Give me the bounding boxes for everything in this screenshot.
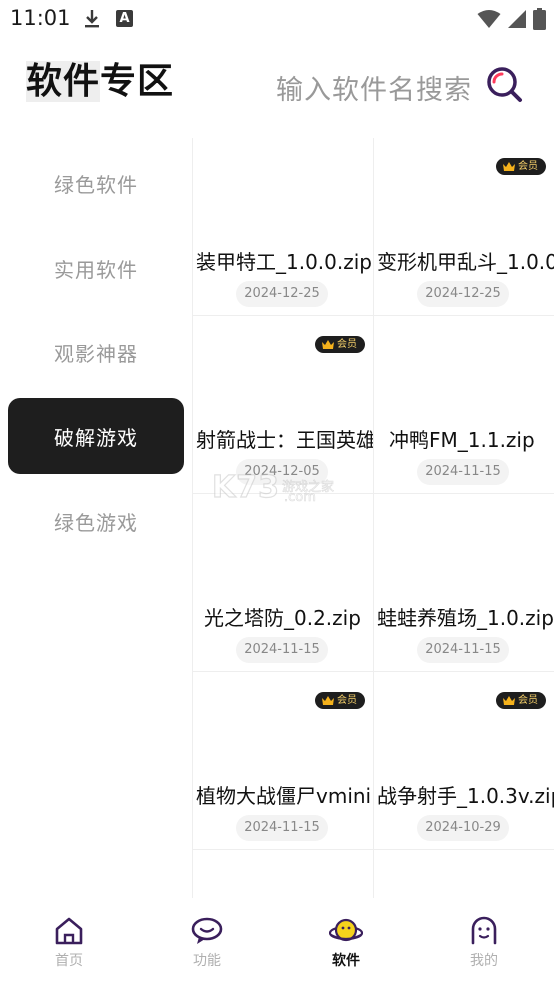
card-date: 2024-10-29	[417, 815, 509, 841]
crown-icon	[322, 339, 334, 349]
nav-profile-label: 我的	[470, 953, 498, 969]
nav-home[interactable]: 首页	[29, 916, 109, 976]
status-bar: 11:01 A	[0, 0, 554, 38]
member-badge-label: 会员	[337, 695, 357, 706]
member-badge-label: 会员	[337, 339, 357, 350]
card-name: 战争射手_1.0.3v.zip	[377, 784, 554, 808]
bottom-nav: 首页 功能 软件 我的	[0, 898, 554, 984]
page-title-highlight: 软件	[26, 61, 101, 102]
notification-a-icon: A	[116, 10, 133, 27]
sidebar-item-video-tools[interactable]: 观影神器	[8, 314, 184, 390]
crown-icon	[322, 695, 334, 705]
member-badge-label: 会员	[518, 695, 538, 706]
search-bar[interactable]: 输入软件名搜索	[272, 62, 542, 110]
nav-software[interactable]: 软件	[306, 916, 386, 976]
software-card[interactable]: 会员 战争射手_1.0.3v.zip 2024-10-29	[374, 672, 554, 850]
software-card[interactable]: 装甲特工_1.0.0.zip 2024-12-25	[193, 138, 374, 316]
software-card[interactable]: 光之塔防_0.2.zip 2024-11-15	[193, 494, 374, 672]
card-date: 2024-12-25	[417, 281, 509, 307]
card-name: 装甲特工_1.0.0.zip	[196, 250, 372, 274]
crown-icon	[503, 695, 515, 705]
chat-bubble-icon	[191, 917, 223, 944]
nav-profile[interactable]: 我的	[444, 916, 524, 976]
category-sidebar: 绿色软件 实用软件 观影神器 破解游戏 绿色游戏	[0, 138, 192, 898]
software-card-partial[interactable]	[374, 850, 554, 898]
nav-software-label: 软件	[332, 953, 360, 969]
software-card[interactable]: 冲鸭FM_1.1.zip 2024-11-15	[374, 316, 554, 494]
card-name: 光之塔防_0.2.zip	[204, 606, 361, 630]
card-date: 2024-11-15	[236, 637, 328, 663]
page-title: 软件专区	[26, 52, 174, 104]
wifi-icon	[477, 10, 501, 28]
sidebar-item-utility-software[interactable]: 实用软件	[8, 230, 184, 306]
card-name: 蛙蛙养殖场_1.0.zip	[377, 606, 554, 630]
crown-icon	[503, 161, 515, 171]
member-badge: 会员	[496, 158, 546, 175]
software-card-partial[interactable]	[193, 850, 374, 898]
nav-home-label: 首页	[55, 953, 83, 969]
card-date: 2024-11-15	[417, 459, 509, 485]
card-name: 射箭战士：王国英雄	[196, 428, 374, 452]
member-badge: 会员	[496, 692, 546, 709]
card-date: 2024-11-15	[236, 815, 328, 841]
battery-icon	[533, 8, 546, 30]
watermark-site-com: .com	[284, 490, 317, 506]
card-name: 冲鸭FM_1.1.zip	[389, 428, 535, 452]
search-icon[interactable]	[484, 64, 524, 104]
software-card[interactable]: 会员 植物大战僵尸vmini 2024-11-15	[193, 672, 374, 850]
card-name: 变形机甲乱斗_1.0.0	[377, 250, 554, 274]
home-icon	[55, 917, 83, 945]
sidebar-item-green-games[interactable]: 绿色游戏	[8, 483, 184, 559]
card-date: 2024-11-15	[417, 637, 509, 663]
page-title-rest: 专区	[100, 61, 175, 102]
sidebar-item-green-software[interactable]: 绿色软件	[8, 145, 184, 221]
status-right	[477, 7, 546, 31]
member-badge: 会员	[315, 336, 365, 353]
k73-watermark: K73 游戏之家 .com	[211, 469, 342, 510]
member-badge-label: 会员	[518, 161, 538, 172]
software-grid: 装甲特工_1.0.0.zip 2024-12-25 会员 变形机甲乱斗_1.0.…	[192, 138, 554, 898]
watermark-logo: K73	[211, 469, 280, 505]
software-card[interactable]: 蛙蛙养殖场_1.0.zip 2024-11-15	[374, 494, 554, 672]
software-card[interactable]: 会员 射箭战士：王国英雄 2024-12-05	[193, 316, 374, 494]
sidebar-item-cracked-games[interactable]: 破解游戏	[8, 398, 184, 474]
download-icon	[85, 10, 99, 28]
member-badge: 会员	[315, 692, 365, 709]
nav-features-label: 功能	[193, 953, 221, 969]
status-time: 11:01	[10, 6, 71, 30]
profile-face-icon	[471, 916, 497, 945]
card-date: 2024-12-25	[236, 281, 328, 307]
card-name: 植物大战僵尸vmini	[196, 784, 372, 808]
planet-icon	[329, 918, 363, 942]
signal-icon	[508, 10, 526, 28]
software-card[interactable]: 会员 变形机甲乱斗_1.0.0 2024-12-25	[374, 138, 554, 316]
search-input[interactable]: 输入软件名搜索	[276, 68, 472, 107]
nav-features[interactable]: 功能	[167, 916, 247, 976]
